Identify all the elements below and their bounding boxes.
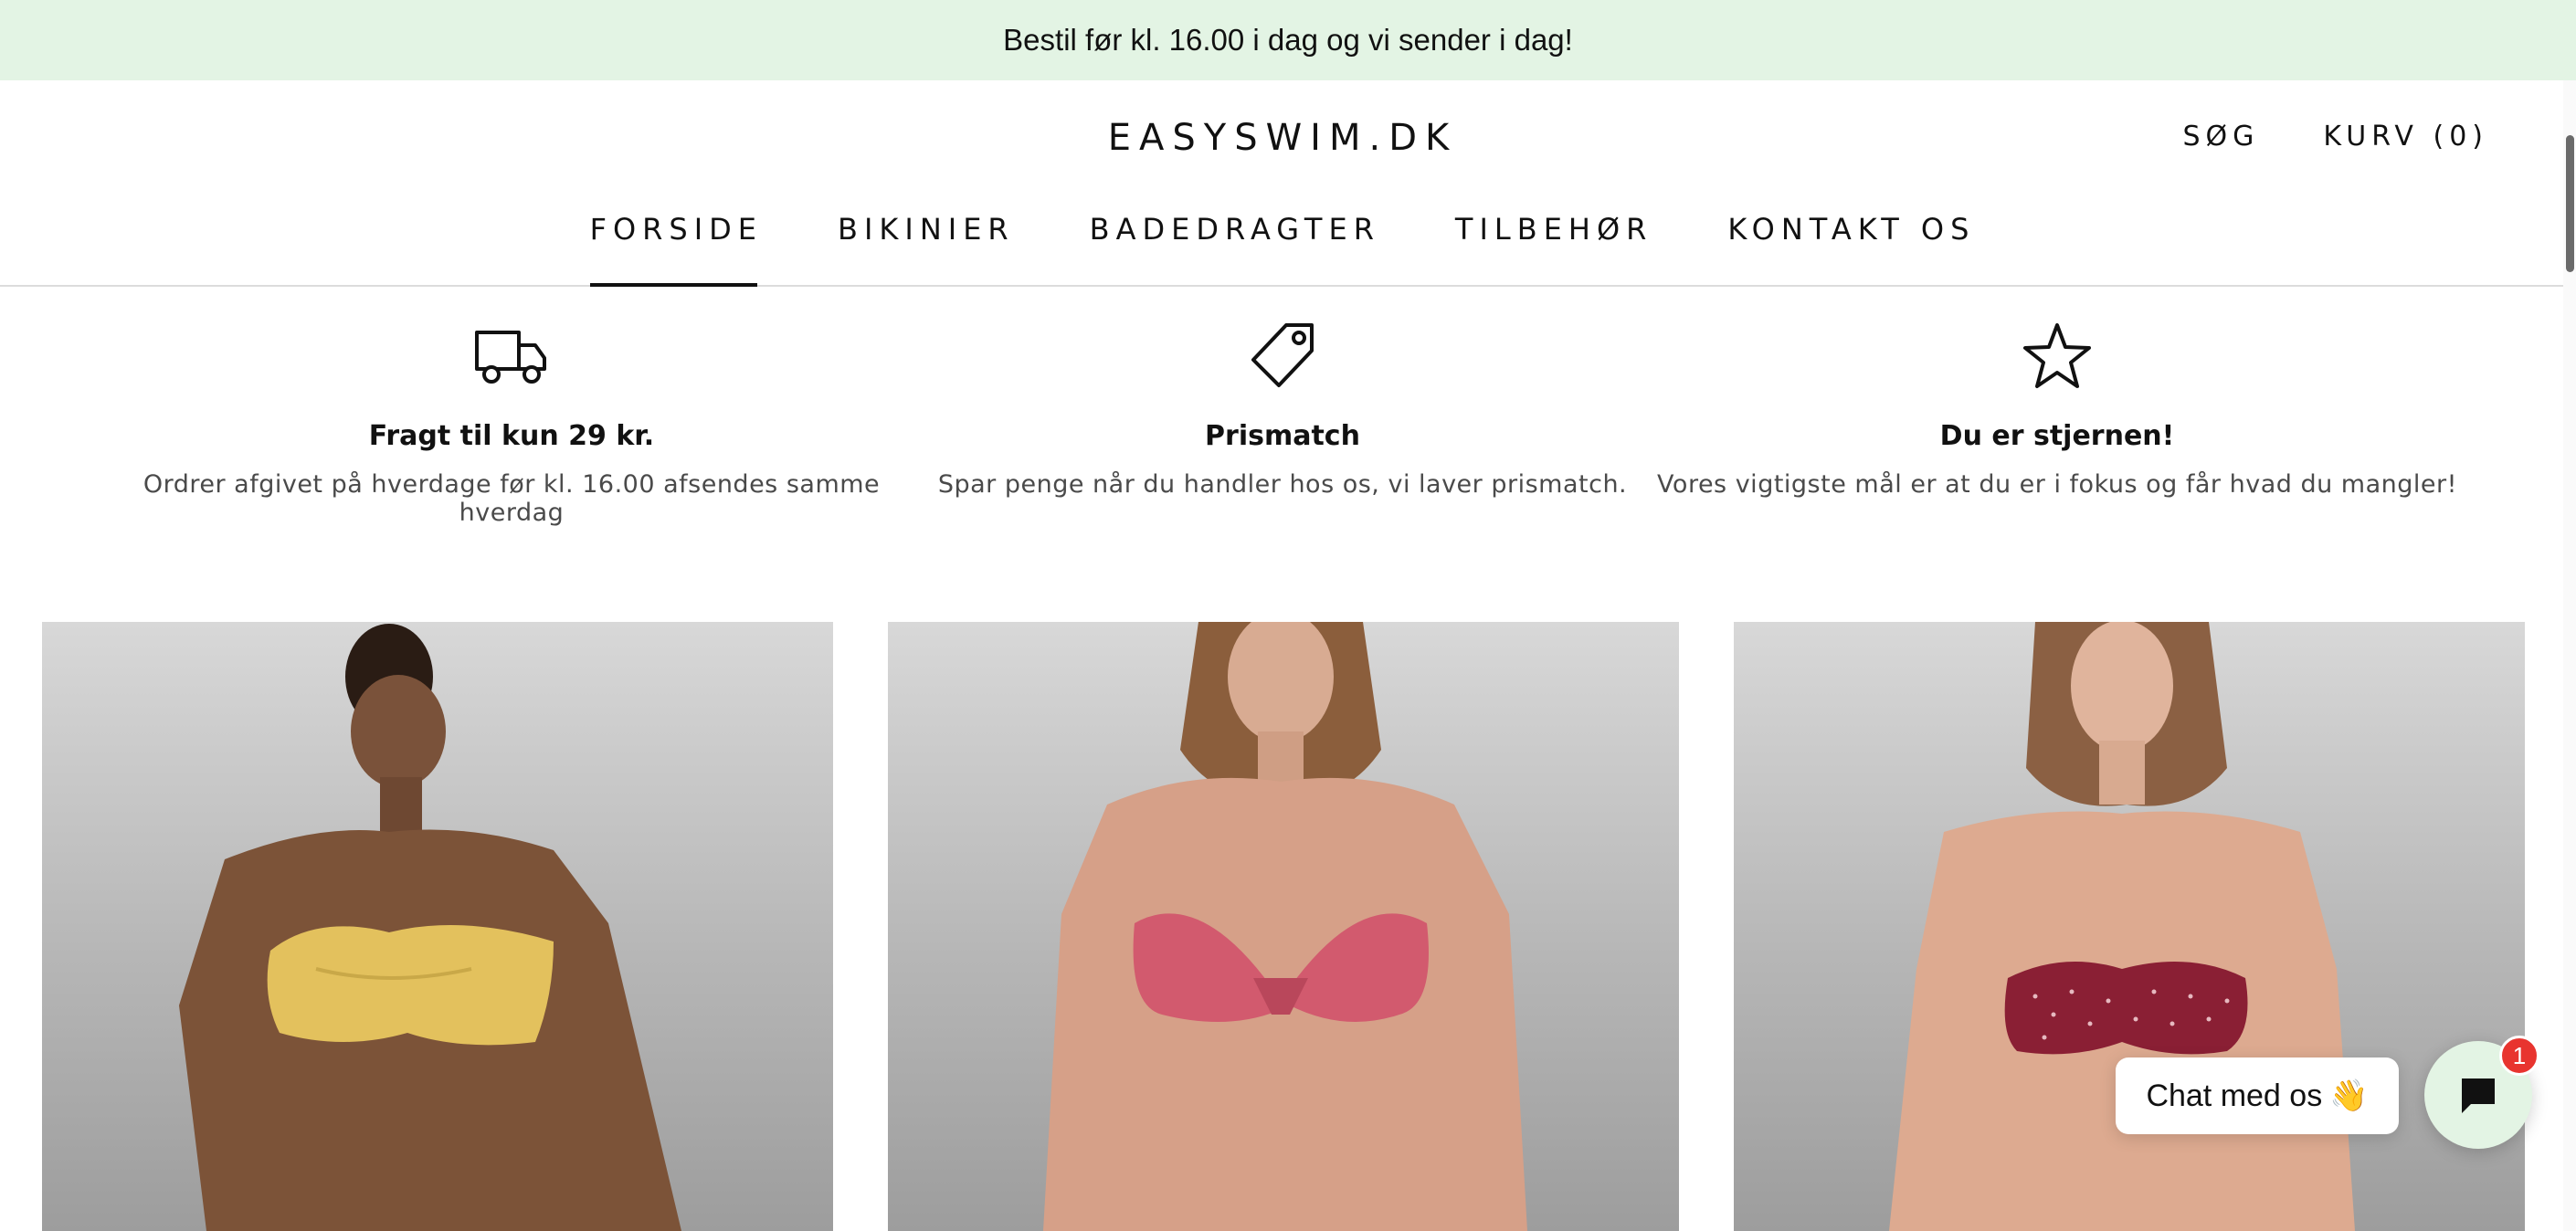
product-image[interactable] — [1734, 622, 2525, 1231]
cart-link[interactable]: KURV (0) — [2323, 121, 2488, 153]
waving-hand-icon: 👋 — [2329, 1078, 2369, 1113]
nav-item-forside[interactable]: FORSIDE — [589, 210, 763, 287]
nav-item-bikinier[interactable]: BIKINIER — [838, 210, 1015, 287]
feature-shipping: Fragt til kun 29 kr. Ordrer afgivet på h… — [100, 320, 923, 527]
feature-title: Fragt til kun 29 kr. — [368, 420, 655, 452]
search-link[interactable]: SØG — [2183, 121, 2260, 153]
nav-item-kontakt-os[interactable]: KONTAKT OS — [1727, 210, 1975, 287]
feature-title: Prismatch — [1205, 420, 1360, 452]
store-logo[interactable]: EASYSWIM.DK — [0, 117, 2565, 159]
feature-star: Du er stjernen! Vores vigtigste mål er a… — [1646, 320, 2468, 499]
product-card-burgundy-bikini[interactable] — [1734, 622, 2525, 1231]
chat-bubble-icon — [2462, 1078, 2495, 1113]
announcement-text: Bestil før kl. 16.00 i dag og vi sender … — [1003, 23, 1573, 57]
main-navigation: FORSIDE BIKINIER BADEDRAGTER TILBEHØR KO… — [0, 210, 2565, 287]
feature-description: Ordrer afgivet på hverdage før kl. 16.00… — [143, 470, 881, 527]
notification-badge: 1 — [2499, 1036, 2539, 1076]
star-icon — [2023, 323, 2091, 388]
product-image[interactable] — [888, 622, 1679, 1231]
feature-description: Vores vigtigste mål er at du er i fokus … — [1657, 470, 2457, 499]
header-actions: SØG KURV (0) — [2183, 121, 2489, 153]
product-image[interactable] — [42, 622, 833, 1231]
announcement-bar: Bestil før kl. 16.00 i dag og vi sender … — [0, 0, 2576, 80]
truck-icon — [475, 331, 546, 384]
feature-title: Du er stjernen! — [1939, 420, 2175, 452]
feature-price-match: Prismatch Spar penge når du handler hos … — [871, 320, 1694, 499]
product-card-yellow-bikini[interactable] — [42, 622, 833, 1231]
chat-prompt-button[interactable]: Chat med os 👋 — [2116, 1057, 2399, 1134]
product-grid — [42, 622, 2527, 1231]
chat-label: Chat med os — [2146, 1078, 2323, 1113]
scrollbar-thumb[interactable] — [2566, 135, 2574, 272]
nav-item-tilbehor[interactable]: TILBEHØR — [1455, 210, 1652, 287]
product-card-pink-bikini[interactable] — [888, 622, 1679, 1231]
nav-item-badedragter[interactable]: BADEDRAGTER — [1090, 210, 1380, 287]
site-header: EASYSWIM.DK SØG KURV (0) FORSIDE BIKINIE… — [0, 80, 2576, 287]
feature-row: Fragt til kun 29 kr. Ordrer afgivet på h… — [0, 320, 2565, 527]
feature-description: Spar penge når du handler hos os, vi lav… — [937, 470, 1628, 499]
price-tag-icon — [1251, 323, 1314, 387]
